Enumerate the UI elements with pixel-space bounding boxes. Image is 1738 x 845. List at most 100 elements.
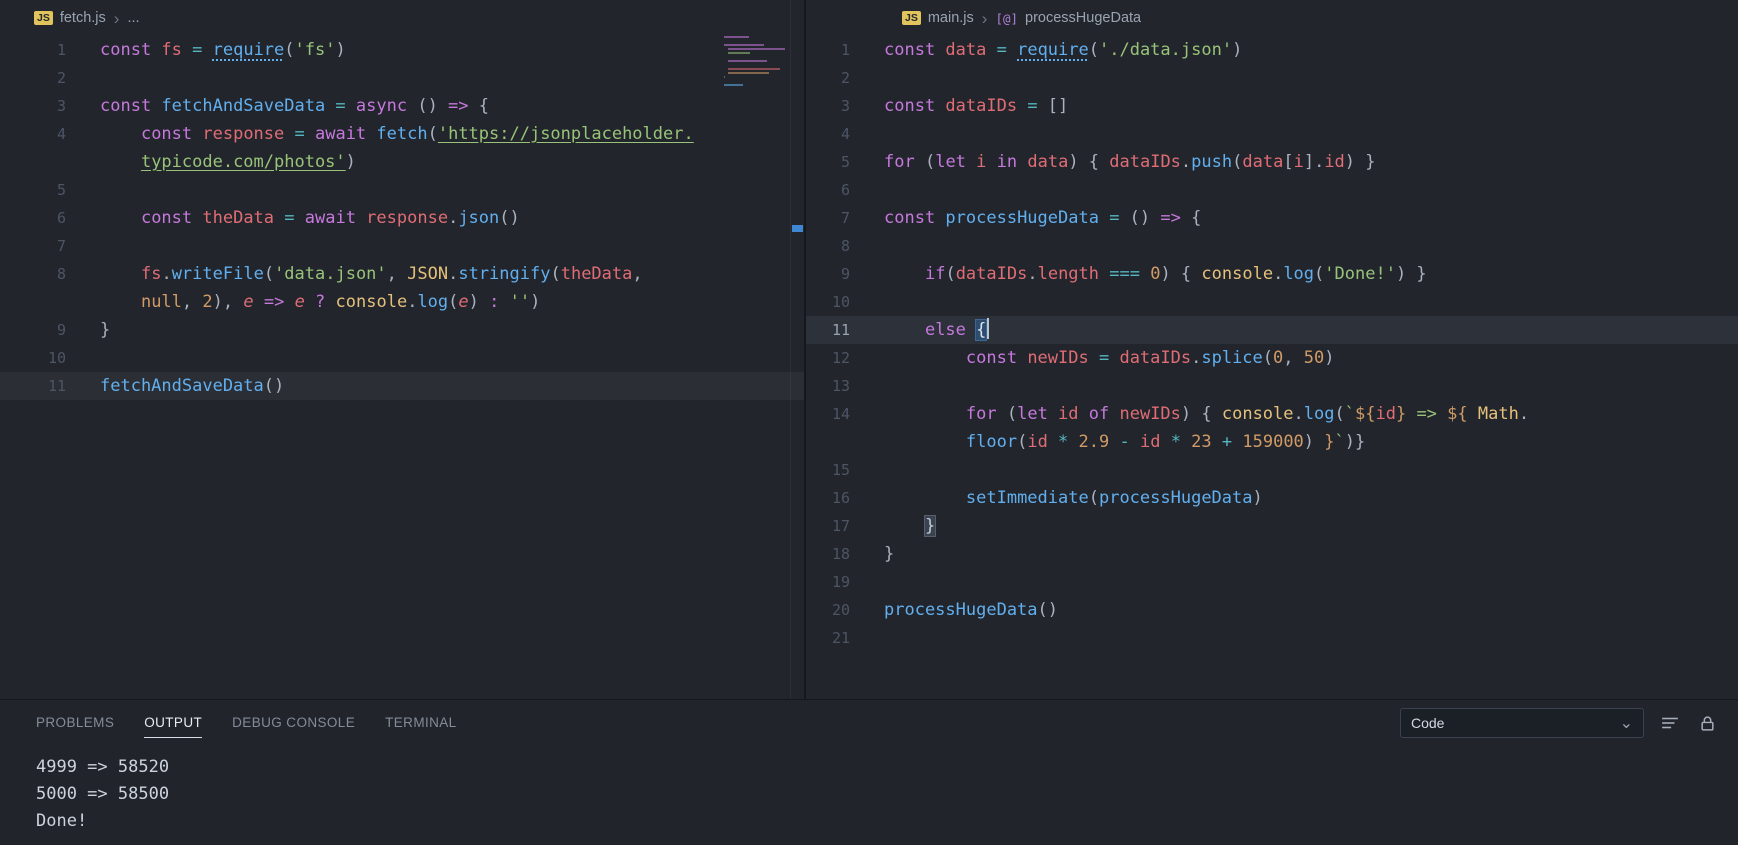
code-line[interactable]: floor(id * 2.9 - id * 23 + 159000) }`)} — [806, 428, 1738, 456]
line-number[interactable]: 2 — [806, 64, 850, 92]
code-line[interactable]: 16 setImmediate(processHugeData) — [806, 484, 1738, 512]
line-number[interactable]: 8 — [806, 232, 850, 260]
token: response — [366, 208, 449, 228]
token: 0 — [1273, 348, 1284, 368]
code-line[interactable]: 6 — [806, 176, 1738, 204]
line-number[interactable]: 13 — [806, 372, 850, 400]
javascript-file-icon: JS — [34, 11, 53, 25]
code-line[interactable]: 6 const theData = await response.json() — [0, 204, 804, 232]
line-number[interactable]: 6 — [806, 176, 850, 204]
code-line[interactable]: 9 if(dataIDs.length === 0) { console.log… — [806, 260, 1738, 288]
line-number[interactable]: 10 — [0, 344, 66, 372]
line-number[interactable] — [806, 428, 850, 456]
scroll-lock-icon[interactable] — [1696, 712, 1718, 734]
code-line[interactable]: 18} — [806, 540, 1738, 568]
code-line[interactable]: 4 — [806, 120, 1738, 148]
line-number[interactable]: 1 — [0, 36, 66, 64]
token: ( — [550, 264, 561, 284]
token: )} — [1344, 432, 1366, 452]
code-line[interactable]: 15 — [806, 456, 1738, 484]
line-number[interactable]: 12 — [806, 344, 850, 372]
token: const — [100, 96, 162, 116]
code-line[interactable]: 8 — [806, 232, 1738, 260]
line-number[interactable]: 16 — [806, 484, 850, 512]
code-line[interactable]: 3 const dataIDs = [] — [806, 92, 1738, 120]
code-line[interactable]: 14 for (let id of newIDs) { console.log(… — [806, 400, 1738, 428]
panel-tab-output[interactable]: OUTPUT — [144, 703, 203, 743]
line-number[interactable]: 5 — [806, 148, 850, 176]
clear-output-icon[interactable] — [1659, 712, 1681, 734]
scrollbar-thumb-indicator[interactable] — [792, 225, 803, 232]
code-line[interactable]: 20 processHugeData() — [806, 596, 1738, 624]
line-number[interactable]: 11 — [806, 316, 850, 344]
code-line[interactable]: 8 fs.writeFile('data.json', JSON.stringi… — [0, 260, 804, 288]
code-area[interactable]: 1 const fs = require('fs') 2 3 const fetchAn… — [0, 36, 804, 400]
panel-tab-terminal[interactable]: TERMINAL — [385, 703, 456, 743]
code-line[interactable]: 9} — [0, 316, 804, 344]
line-number[interactable] — [0, 148, 66, 176]
line-number[interactable]: 9 — [806, 260, 850, 288]
token: ( — [284, 40, 295, 60]
code-line[interactable]: 19 — [806, 568, 1738, 596]
code-line[interactable]: 1 const fs = require('fs') — [0, 36, 804, 64]
code-area[interactable]: 1 const data = require('./data.json') 2 3 co… — [806, 36, 1738, 652]
token: ) — [335, 40, 346, 60]
line-number[interactable]: 19 — [806, 568, 850, 596]
line-number[interactable]: 1 — [806, 36, 850, 64]
code-line[interactable]: 11 else { — [806, 316, 1738, 344]
line-number[interactable]: 9 — [0, 316, 66, 344]
output-channel-select[interactable]: Code ⌄ — [1400, 708, 1644, 738]
line-number[interactable]: 10 — [806, 288, 850, 316]
line-number[interactable] — [0, 288, 66, 316]
vertical-scrollbar[interactable] — [790, 0, 804, 699]
line-number[interactable]: 18 — [806, 540, 850, 568]
code-line[interactable]: 21 — [806, 624, 1738, 652]
code-line[interactable]: 4 const response = await fetch('https://… — [0, 120, 804, 148]
code-line[interactable]: 11 fetchAndSaveData() — [0, 372, 804, 400]
line-number[interactable]: 11 — [0, 372, 66, 400]
line-number[interactable]: 14 — [806, 400, 850, 428]
line-number[interactable]: 3 — [0, 92, 66, 120]
line-number[interactable]: 21 — [806, 624, 850, 652]
token: 'fs' — [294, 40, 336, 60]
panel-tab-problems[interactable]: PROBLEMS — [36, 703, 114, 743]
line-number[interactable]: 2 — [0, 64, 66, 92]
line-number[interactable]: 3 — [806, 92, 850, 120]
code-line[interactable]: 2 — [806, 64, 1738, 92]
token: log — [417, 292, 449, 312]
minimap[interactable] — [724, 36, 790, 88]
code-line[interactable]: 7 const processHugeData = () => { — [806, 204, 1738, 232]
code-line[interactable]: 5 for (let i in data) { dataIDs.push(data… — [806, 148, 1738, 176]
line-number[interactable]: 17 — [806, 512, 850, 540]
code-line[interactable]: 13 — [806, 372, 1738, 400]
panel-tab-debug-console[interactable]: DEBUG CONSOLE — [232, 703, 355, 743]
token: . — [1273, 264, 1284, 284]
line-number[interactable]: 20 — [806, 596, 850, 624]
token: i — [1293, 152, 1304, 172]
code-line[interactable]: 12 const newIDs = dataIDs.splice(0, 50) — [806, 344, 1738, 372]
code-line[interactable]: typicode.com/photos') — [0, 148, 804, 176]
code-line[interactable]: 2 — [0, 64, 804, 92]
line-number[interactable]: 15 — [806, 456, 850, 484]
line-number[interactable]: 6 — [0, 204, 66, 232]
token: = — [1098, 348, 1120, 368]
code-line[interactable]: 10 — [806, 288, 1738, 316]
code-line[interactable]: 7 — [0, 232, 804, 260]
token: id — [1058, 404, 1089, 424]
code-line[interactable]: 10 — [0, 344, 804, 372]
code-line[interactable]: 1 const data = require('./data.json') — [806, 36, 1738, 64]
code-line[interactable]: 3 const fetchAndSaveData = async () => { — [0, 92, 804, 120]
line-number[interactable]: 7 — [0, 232, 66, 260]
breadcrumb-file[interactable]: main.js — [928, 10, 974, 26]
line-number[interactable]: 4 — [806, 120, 850, 148]
code-line[interactable]: null, 2), e => e ? console.log(e) : '') — [0, 288, 804, 316]
breadcrumb-symbol[interactable]: processHugeData — [1025, 10, 1141, 26]
line-number[interactable]: 5 — [0, 176, 66, 204]
breadcrumb-file[interactable]: fetch.js — [60, 10, 106, 26]
line-number[interactable]: 4 — [0, 120, 66, 148]
line-number[interactable]: 8 — [0, 260, 66, 288]
line-number[interactable]: 7 — [806, 204, 850, 232]
code-line[interactable]: 5 — [0, 176, 804, 204]
code-line[interactable]: 17 } — [806, 512, 1738, 540]
breadcrumb-trail[interactable]: ... — [127, 10, 139, 26]
